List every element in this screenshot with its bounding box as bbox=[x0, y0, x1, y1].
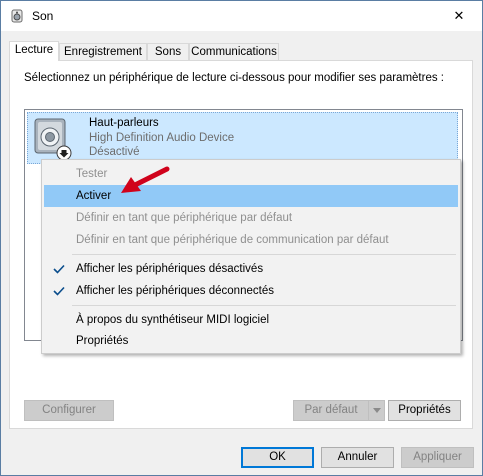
tab-enregistrement[interactable]: Enregistrement bbox=[59, 43, 147, 60]
menu-item-enable[interactable]: Activer bbox=[44, 185, 458, 207]
ok-button[interactable]: OK bbox=[241, 447, 314, 468]
device-name: Haut-parleurs bbox=[89, 117, 159, 129]
disabled-arrow-icon bbox=[56, 145, 72, 161]
menu-item-about-midi[interactable]: À propos du synthétiseur MIDI logiciel bbox=[44, 309, 458, 331]
chevron-down-icon bbox=[372, 408, 381, 413]
set-default-button[interactable]: Par défaut bbox=[293, 400, 369, 421]
window-title: Son bbox=[32, 9, 54, 23]
speaker-device-icon bbox=[34, 118, 72, 161]
cancel-button[interactable]: Annuler bbox=[321, 447, 394, 468]
menu-item-label: Définir en tant que périphérique par déf… bbox=[76, 212, 293, 224]
menu-item-label: Définir en tant que périphérique de comm… bbox=[76, 234, 389, 246]
instruction-text: Sélectionnez un périphérique de lecture … bbox=[24, 72, 444, 84]
menu-item-label: Tester bbox=[76, 168, 108, 180]
menu-item-label: Propriétés bbox=[76, 335, 129, 347]
close-button[interactable]: ✕ bbox=[436, 1, 482, 31]
menu-item-label: À propos du synthétiseur MIDI logiciel bbox=[76, 314, 270, 326]
menu-item-set-default-communication[interactable]: Définir en tant que périphérique de comm… bbox=[44, 229, 458, 251]
checkmark-icon bbox=[53, 264, 65, 274]
speaker-icon bbox=[11, 9, 23, 23]
close-icon: ✕ bbox=[453, 8, 465, 23]
properties-button[interactable]: Propriétés bbox=[388, 400, 461, 421]
tab-lecture[interactable]: Lecture bbox=[9, 41, 59, 61]
menu-item-show-disabled[interactable]: Afficher les périphériques désactivés bbox=[44, 258, 458, 280]
menu-item-properties[interactable]: Propriétés bbox=[44, 330, 458, 352]
tab-communications[interactable]: Communications bbox=[189, 43, 279, 60]
device-item-speakers[interactable]: Haut-parleurs High Definition Audio Devi… bbox=[27, 112, 458, 164]
menu-separator bbox=[72, 254, 456, 255]
device-status: Désactivé bbox=[89, 146, 140, 158]
configure-button[interactable]: Configurer bbox=[24, 400, 114, 421]
menu-item-label: Activer bbox=[76, 190, 112, 202]
sound-dialog: Son ✕ Lecture Enregistrement Sons Commun… bbox=[0, 0, 483, 476]
menu-item-label: Afficher les périphériques désactivés bbox=[76, 263, 264, 275]
menu-item-show-disconnected[interactable]: Afficher les périphériques déconnectés bbox=[44, 280, 458, 302]
red-arrow-icon bbox=[121, 166, 170, 193]
set-default-split-button[interactable]: Par défaut bbox=[293, 400, 385, 421]
set-default-dropdown[interactable] bbox=[368, 400, 385, 421]
menu-item-set-default[interactable]: Définir en tant que périphérique par déf… bbox=[44, 207, 458, 229]
title-bar: Son ✕ bbox=[1, 1, 482, 31]
context-menu: Tester Activer Définir en tant que périp… bbox=[41, 159, 461, 354]
apply-button[interactable]: Appliquer bbox=[401, 447, 474, 468]
menu-item-label: Afficher les périphériques déconnectés bbox=[76, 285, 274, 297]
device-description: High Definition Audio Device bbox=[89, 132, 235, 144]
menu-separator bbox=[72, 305, 456, 306]
tab-sons[interactable]: Sons bbox=[147, 43, 189, 60]
menu-item-test[interactable]: Tester bbox=[44, 163, 458, 185]
checkmark-icon bbox=[53, 286, 65, 296]
